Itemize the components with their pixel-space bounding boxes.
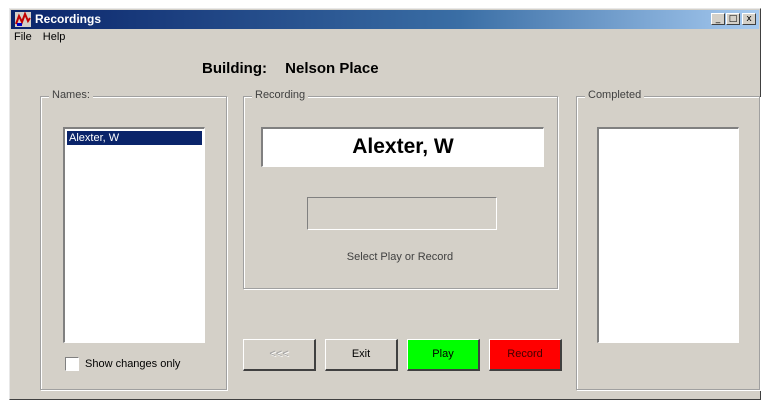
- building-header: Building: Nelson Place: [202, 60, 379, 77]
- menu-help[interactable]: Help: [43, 31, 66, 43]
- recording-progress-bar: [307, 197, 497, 230]
- close-button[interactable]: x: [742, 13, 756, 25]
- show-changes-option[interactable]: Show changes only: [65, 357, 180, 371]
- building-label: Building:: [202, 60, 267, 77]
- recording-group-label: Recording: [252, 89, 309, 101]
- current-name-display: Alexter, W: [261, 127, 544, 167]
- status-text: Select Play or Record: [346, 251, 454, 263]
- recordings-window: Recordings _ □ x File Help Building: Nel…: [9, 8, 761, 400]
- menu-file[interactable]: File: [14, 31, 32, 43]
- exit-button[interactable]: Exit: [325, 339, 398, 371]
- record-button[interactable]: Record: [489, 339, 562, 371]
- names-listbox[interactable]: Alexter, W: [63, 127, 205, 343]
- completed-group-label: Completed: [585, 89, 645, 101]
- maximize-button[interactable]: □: [726, 13, 740, 25]
- show-changes-checkbox[interactable]: [65, 357, 79, 371]
- minimize-button[interactable]: _: [711, 13, 725, 25]
- title-bar[interactable]: Recordings _ □ x: [11, 10, 759, 29]
- show-changes-label: Show changes only: [85, 357, 181, 370]
- building-value: Nelson Place: [285, 60, 379, 77]
- names-group-label: Names:: [49, 89, 93, 101]
- list-item[interactable]: Alexter, W: [67, 131, 202, 145]
- window-title: Recordings: [35, 12, 102, 26]
- back-button[interactable]: <<<: [243, 339, 316, 371]
- app-icon: [15, 12, 31, 27]
- menu-bar: File Help: [14, 31, 73, 47]
- completed-listbox[interactable]: [597, 127, 739, 343]
- play-button[interactable]: Play: [407, 339, 480, 371]
